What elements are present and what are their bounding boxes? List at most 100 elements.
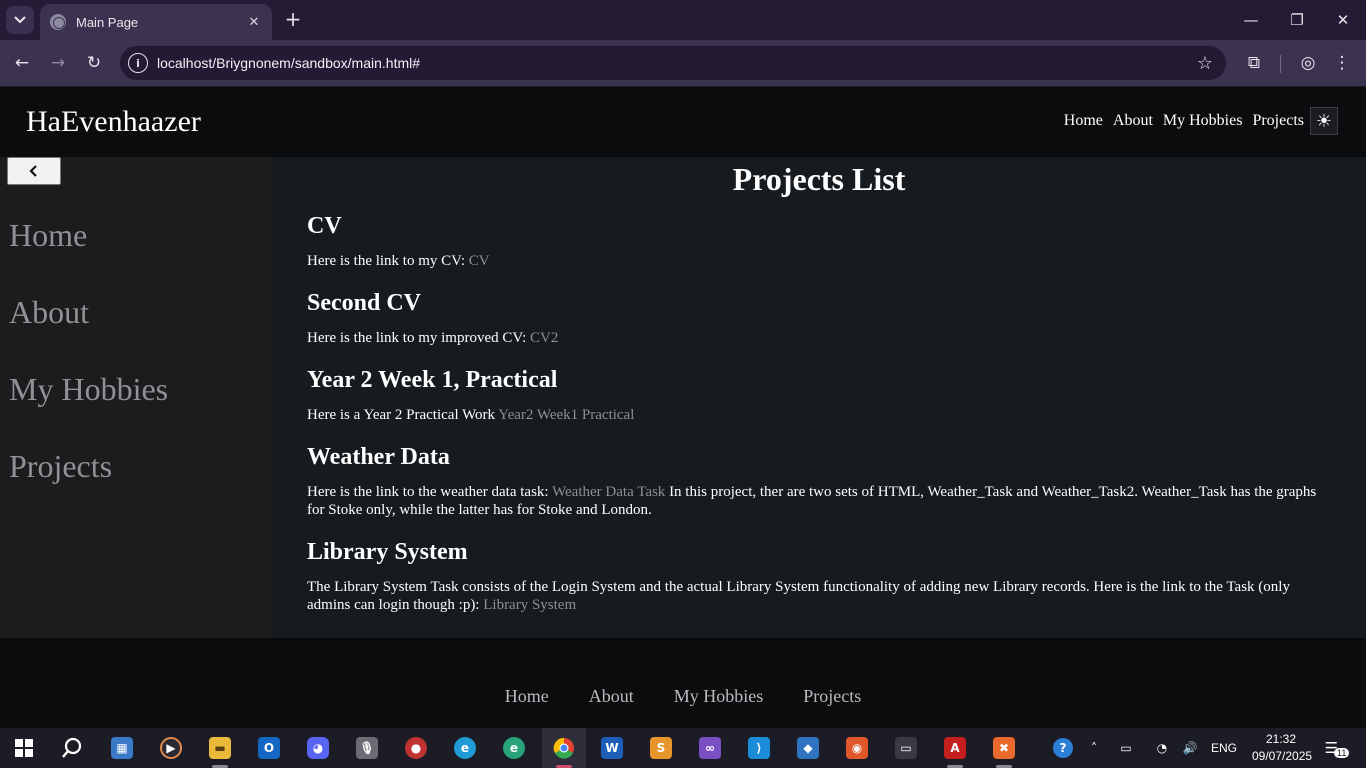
visual-studio-icon[interactable]: ∞ — [690, 728, 730, 768]
page-title: Projects List — [732, 161, 906, 197]
close-icon[interactable]: ✕ — [246, 15, 262, 30]
system-clock[interactable]: 21:32 09/07/2025 — [1252, 731, 1313, 765]
clock-date: 09/07/2025 — [1252, 749, 1313, 763]
project-heading: Second CV — [307, 290, 422, 316]
footer-link-my-hobbies[interactable]: My Hobbies — [674, 686, 764, 706]
site-header: HaEvenhaazer Home About My Hobbies Proje… — [0, 87, 1366, 157]
sidebar-item-my-hobbies[interactable]: My Hobbies — [9, 371, 168, 408]
notification-badge: 11 — [1334, 748, 1350, 758]
browser-tab[interactable]: Main Page ✕ — [40, 4, 272, 40]
project-item: Second CV Here is the link to my improve… — [307, 290, 1337, 347]
microphone-app-icon[interactable]: 🎙 — [347, 728, 387, 768]
close-window-icon[interactable]: ✕ — [1320, 0, 1366, 40]
minimize-icon[interactable]: — — [1228, 0, 1274, 40]
project-heading: Weather Data — [307, 444, 450, 470]
top-nav: Home About My Hobbies Projects ☀ — [1054, 107, 1338, 135]
project-link[interactable]: Weather Data Task — [552, 484, 665, 500]
sun-icon[interactable]: ☀ — [1310, 107, 1338, 135]
project-heading: CV — [307, 213, 342, 239]
wifi-icon[interactable]: ◔ — [1150, 728, 1174, 768]
footer-link-projects[interactable]: Projects — [803, 686, 861, 706]
top-nav-home[interactable]: Home — [1064, 112, 1103, 130]
site-brand: HaEvenhaazer — [26, 105, 201, 138]
project-link[interactable]: Library System — [483, 597, 576, 613]
plus-icon[interactable]: + — [282, 8, 304, 32]
ubuntu-icon[interactable]: ◉ — [837, 728, 877, 768]
acrobat-icon[interactable]: A — [935, 728, 975, 768]
sidebar-item-projects[interactable]: Projects — [9, 448, 112, 485]
sidebar: Home About My Hobbies Projects — [0, 157, 272, 638]
edge-beta-icon[interactable]: e — [494, 728, 534, 768]
favicon-icon — [50, 14, 66, 30]
language-indicator[interactable]: ENG — [1208, 728, 1240, 768]
project-link[interactable]: Year2 Week1 Practical — [498, 407, 634, 423]
forward-icon[interactable]: → — [44, 49, 72, 77]
tab-search-icon[interactable] — [6, 6, 34, 34]
notification-center-icon[interactable]: ☰ 11 — [1320, 728, 1354, 768]
project-link[interactable]: CV — [469, 253, 490, 269]
top-nav-projects[interactable]: Projects — [1252, 112, 1304, 130]
help-icon[interactable]: ? — [1050, 728, 1076, 768]
wsl-icon[interactable]: ▭ — [886, 728, 926, 768]
project-description: Here is the link to the weather data tas… — [307, 483, 1337, 519]
edge-icon[interactable]: e — [445, 728, 485, 768]
media-app-icon[interactable]: ▦ — [102, 728, 142, 768]
restore-icon[interactable]: ❐ — [1274, 0, 1320, 40]
star-icon[interactable]: ☆ — [1190, 53, 1220, 74]
reload-icon[interactable]: ↻ — [80, 49, 108, 77]
toolbar-divider — [1280, 55, 1281, 73]
sidebar-item-about[interactable]: About — [9, 294, 89, 331]
app-icon[interactable]: ● — [396, 728, 436, 768]
chevron-up-icon[interactable]: ˄ — [1082, 728, 1106, 768]
file-explorer-icon[interactable]: ▬ — [200, 728, 240, 768]
chrome-icon[interactable] — [542, 728, 586, 768]
chevron-left-icon[interactable] — [7, 157, 61, 185]
sublime-text-icon[interactable]: S — [641, 728, 681, 768]
project-text: The Library System Task consists of the … — [307, 579, 1290, 613]
footer-link-about[interactable]: About — [589, 686, 634, 706]
project-item: CV Here is the link to my CV: CV — [307, 213, 1337, 270]
sidebar-item-home[interactable]: Home — [9, 217, 87, 254]
top-nav-about[interactable]: About — [1113, 112, 1153, 130]
xampp-icon[interactable]: ✖ — [984, 728, 1024, 768]
clock-time: 21:32 — [1265, 732, 1297, 746]
address-bar[interactable]: i localhost/Briygnonem/sandbox/main.html… — [120, 46, 1226, 80]
top-nav-my-hobbies[interactable]: My Hobbies — [1163, 112, 1243, 130]
project-description: The Library System Task consists of the … — [307, 578, 1337, 614]
virtualbox-icon[interactable]: ◆ — [788, 728, 828, 768]
project-item: Year 2 Week 1, Practical Here is a Year … — [307, 367, 1337, 424]
volume-icon[interactable]: 🔊 — [1178, 728, 1202, 768]
url-text[interactable]: localhost/Briygnonem/sandbox/main.html# — [157, 55, 1190, 71]
taskbar: ▦ ▶ ▬ O ◕ 🎙 ● e e W S ∞ ⟩ ◆ ◉ ▭ A ✖ ? ˄ … — [0, 728, 1366, 768]
word-icon[interactable]: W — [592, 728, 632, 768]
project-description: Here is a Year 2 Practical Work Year2 We… — [307, 406, 1337, 424]
search-icon[interactable] — [52, 728, 92, 768]
windows-start-icon[interactable] — [4, 728, 44, 768]
project-item: Weather Data Here is the link to the wea… — [307, 444, 1337, 519]
footer-link-home[interactable]: Home — [505, 686, 549, 706]
extensions-icon[interactable]: ⧉ — [1240, 49, 1268, 77]
project-text: Here is a Year 2 Practical Work — [307, 407, 499, 423]
browser-tab-bar: Main Page ✕ + — ❐ ✕ — [0, 0, 1366, 40]
main-content: Projects List CV Here is the link to my … — [272, 157, 1366, 638]
profile-icon[interactable]: ◎ — [1294, 49, 1322, 77]
browser-toolbar: ← → ↻ i localhost/Briygnonem/sandbox/mai… — [0, 40, 1366, 86]
project-text: Here is the link to my improved CV: — [307, 330, 531, 346]
project-text: Here is the link to the weather data tas… — [307, 484, 553, 500]
project-heading: Year 2 Week 1, Practical — [307, 367, 558, 393]
menu-icon[interactable]: ⋮ — [1328, 49, 1356, 77]
project-item: Library System The Library System Task c… — [307, 539, 1337, 614]
site-info-icon[interactable]: i — [128, 53, 148, 73]
project-heading: Library System — [307, 539, 468, 565]
media-player-icon[interactable]: ▶ — [151, 728, 191, 768]
vscode-icon[interactable]: ⟩ — [739, 728, 779, 768]
battery-icon[interactable]: ▭ — [1114, 728, 1138, 768]
tab-title: Main Page — [76, 14, 139, 30]
discord-icon[interactable]: ◕ — [298, 728, 338, 768]
footer-nav: Home About My Hobbies Projects — [0, 686, 1366, 707]
project-text: Here is the link to my CV: — [307, 253, 469, 269]
project-link[interactable]: CV2 — [530, 330, 558, 346]
site-footer: Home About My Hobbies Projects — [0, 638, 1366, 728]
back-icon[interactable]: ← — [8, 49, 36, 77]
outlook-icon[interactable]: O — [249, 728, 289, 768]
